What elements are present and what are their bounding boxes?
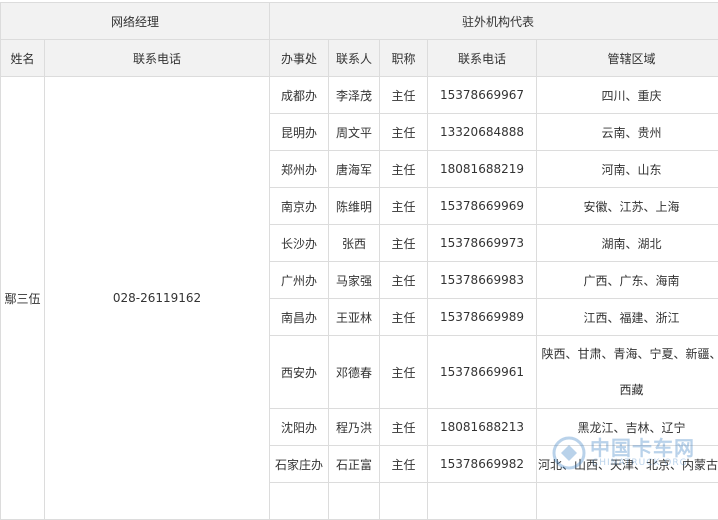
contact-phone: 18081688219 [428, 151, 537, 188]
contact-phone: 15378669989 [428, 299, 537, 336]
contact-phone: 15378669973 [428, 225, 537, 262]
col-contact-header: 联系人 [329, 40, 380, 77]
office-name: 广州办 [270, 262, 329, 299]
region-cell: 安徽、江苏、上海 [537, 188, 718, 225]
table-row: 鄢三伍 028-26119162 成都办 李泽茂 主任 15378669967 … [1, 77, 718, 114]
contact-name: 李泽茂 [329, 77, 380, 114]
contact-name: 陈维明 [329, 188, 380, 225]
region-cell: 广西、广东、海南 [537, 262, 718, 299]
manager-name: 鄢三伍 [1, 77, 45, 520]
contact-title: 主任 [380, 225, 428, 262]
network-manager-header: 网络经理 [1, 3, 270, 40]
contact-name: 邓德春 [329, 336, 380, 409]
office-name: 成都办 [270, 77, 329, 114]
contact-phone: 15378669983 [428, 262, 537, 299]
office-name: 西安办 [270, 336, 329, 409]
region-cell: 陕西、甘肃、青海、宁夏、新疆、西藏 [537, 336, 718, 409]
office-name: 昆明办 [270, 114, 329, 151]
contact-title: 主任 [380, 446, 428, 483]
contact-title: 主任 [380, 299, 428, 336]
contact-title: 主任 [380, 114, 428, 151]
region-cell: 河南、山东 [537, 151, 718, 188]
header-row-2: 姓名 联系电话 办事处 联系人 职称 联系电话 管辖区域 [1, 40, 718, 77]
contact-title: 主任 [380, 151, 428, 188]
col-name-header: 姓名 [1, 40, 45, 77]
region-cell: 江西、福建、浙江 [537, 299, 718, 336]
col-region-header: 管辖区域 [537, 40, 718, 77]
contact-table: 网络经理 驻外机构代表 姓名 联系电话 办事处 联系人 职称 联系电话 管辖区域… [0, 2, 718, 520]
contact-title: 主任 [380, 262, 428, 299]
header-row-1: 网络经理 驻外机构代表 [1, 3, 718, 40]
contact-name: 周文平 [329, 114, 380, 151]
contact-name: 唐海军 [329, 151, 380, 188]
office-name: 沈阳办 [270, 409, 329, 446]
manager-phone: 028-26119162 [45, 77, 270, 520]
field-office-header: 驻外机构代表 [270, 3, 718, 40]
region-cell: 四川、重庆 [537, 77, 718, 114]
contact-phone: 15378669961 [428, 336, 537, 409]
contact-name: 王亚林 [329, 299, 380, 336]
office-name: 长沙办 [270, 225, 329, 262]
contact-phone: 15378669969 [428, 188, 537, 225]
contact-name: 程乃洪 [329, 409, 380, 446]
contact-name: 张西 [329, 225, 380, 262]
office-name: 南昌办 [270, 299, 329, 336]
contact-title: 主任 [380, 336, 428, 409]
contact-phone: 18081688213 [428, 409, 537, 446]
office-name: 南京办 [270, 188, 329, 225]
contact-phone: 15378669982 [428, 446, 537, 483]
region-cell: 云南、贵州 [537, 114, 718, 151]
col-title-header: 职称 [380, 40, 428, 77]
contact-phone: 15378669967 [428, 77, 537, 114]
contact-name: 马家强 [329, 262, 380, 299]
col-office-phone-header: 联系电话 [428, 40, 537, 77]
office-name: 石家庄办 [270, 446, 329, 483]
contact-phone: 13320684888 [428, 114, 537, 151]
region-cell: 河北、山西、天津、北京、内蒙古 [537, 446, 718, 483]
col-office-header: 办事处 [270, 40, 329, 77]
contact-name: 石正富 [329, 446, 380, 483]
office-name: 郑州办 [270, 151, 329, 188]
contact-title: 主任 [380, 77, 428, 114]
contact-title: 主任 [380, 409, 428, 446]
region-cell: 湖南、湖北 [537, 225, 718, 262]
contact-title: 主任 [380, 188, 428, 225]
region-cell: 黑龙江、吉林、辽宁 [537, 409, 718, 446]
col-phone-header: 联系电话 [45, 40, 270, 77]
